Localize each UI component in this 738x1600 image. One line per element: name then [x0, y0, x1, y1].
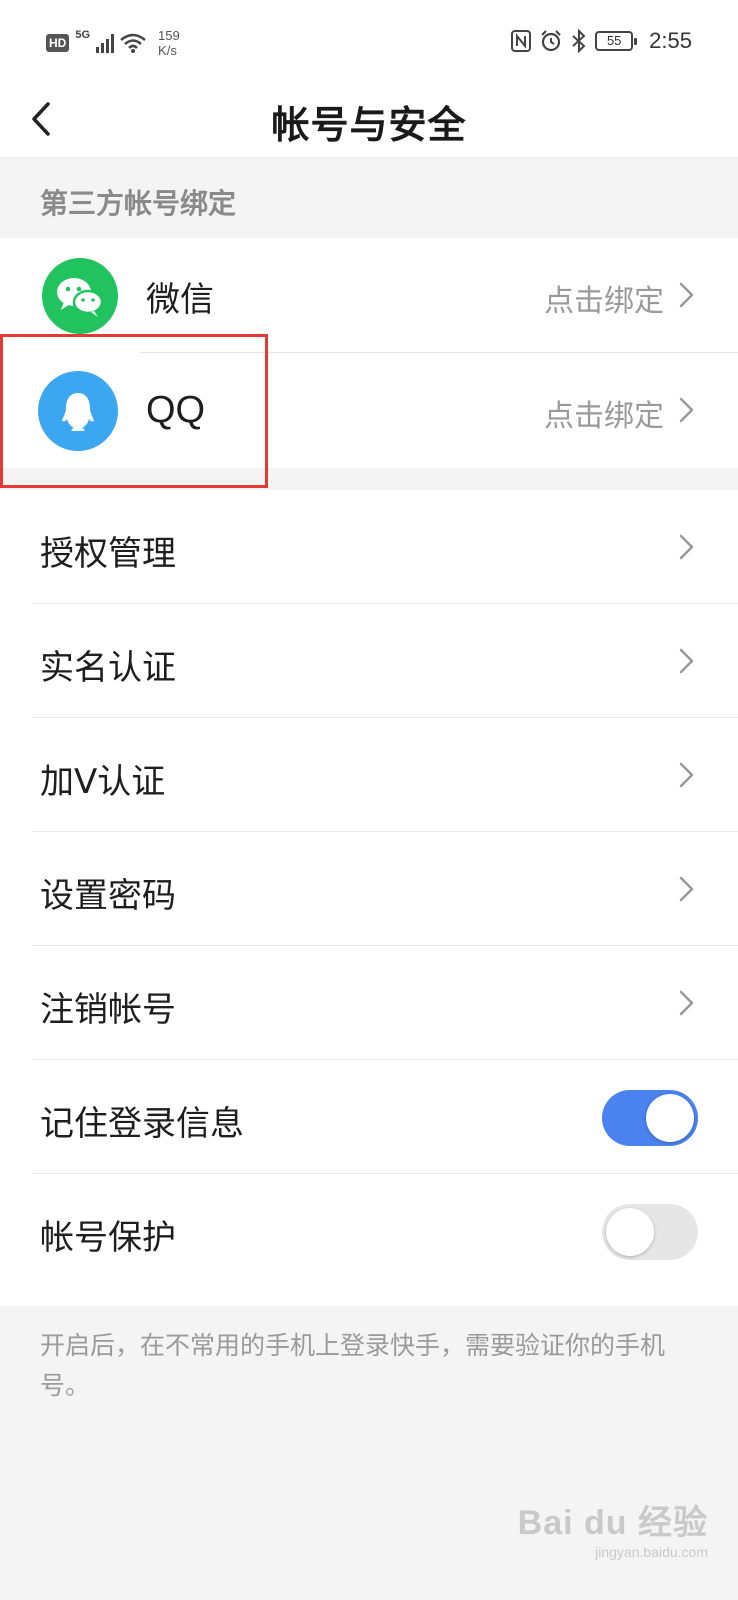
nav-header: 帐号与安全 [0, 80, 738, 158]
bind-row-wechat[interactable]: 微信 点击绑定 [0, 238, 738, 353]
bind-action: 点击绑定 [544, 399, 664, 434]
wechat-icon [42, 258, 118, 334]
chevron-right-icon [679, 762, 694, 788]
footnote: 开启后，在不常用的手机上登录快手，需要验证你的手机号。 [40, 1331, 666, 1400]
setting-label: 注销帐号 [40, 990, 176, 1030]
bind-action: 点击绑定 [544, 284, 664, 319]
speed-unit: K/s [158, 43, 177, 58]
battery-icon: 55 [595, 31, 638, 51]
watermark-logo: Bai du 经验 [517, 1504, 708, 1542]
section-header-third-party: 第三方帐号绑定 [0, 158, 738, 238]
nfc-icon [511, 30, 532, 52]
setting-row-real-name[interactable]: 实名认证 [0, 604, 738, 718]
bind-label: QQ [146, 389, 206, 431]
bind-label: 微信 [146, 280, 214, 320]
clock: 2:55 [649, 28, 692, 53]
status-right: 55 2:55 [511, 28, 692, 54]
setting-label: 帐号保护 [40, 1218, 176, 1258]
page-title: 帐号与安全 [271, 103, 467, 147]
setting-label: 设置密码 [40, 876, 176, 916]
signal-icon [96, 33, 115, 53]
toggle-knob [606, 1208, 654, 1256]
settings-list: 授权管理 实名认证 加V认证 设置密码 注销帐号 记住登录信息 帐号保护 [0, 490, 738, 1306]
account-protection-toggle[interactable] [602, 1204, 698, 1260]
setting-label: 加V认证 [40, 762, 166, 802]
setting-row-delete-account[interactable]: 注销帐号 [0, 946, 738, 1060]
chevron-right-icon [679, 876, 694, 902]
chevron-right-icon [679, 990, 694, 1016]
qq-icon [38, 371, 118, 451]
chevron-right-icon [679, 534, 694, 560]
toggle-knob [646, 1094, 694, 1142]
chevron-right-icon [679, 397, 694, 423]
binding-list: 微信 点击绑定 QQ 点击绑定 [0, 238, 738, 468]
hd-badge: HD [46, 34, 70, 52]
network-speed: 159 K/s [158, 28, 180, 58]
setting-row-authorization[interactable]: 授权管理 [0, 490, 738, 604]
watermark: Bai du 经验 jingyan.baidu.com [518, 1495, 708, 1560]
status-bar: HD 5G 159 K/s 55 2:55 [0, 0, 738, 80]
bluetooth-icon [572, 29, 586, 53]
bind-row-qq[interactable]: QQ 点击绑定 [0, 353, 738, 468]
alarm-icon [541, 30, 561, 52]
wifi-icon [120, 33, 146, 53]
speed-value: 159 [158, 28, 180, 43]
status-left: HD 5G 159 K/s [46, 28, 180, 58]
setting-label: 实名认证 [40, 648, 176, 688]
setting-row-v-verification[interactable]: 加V认证 [0, 718, 738, 832]
setting-row-account-protection: 帐号保护 [0, 1174, 738, 1288]
network-type: 5G [75, 29, 91, 41]
watermark-url: jingyan.baidu.com [595, 1544, 708, 1560]
remember-login-toggle[interactable] [602, 1090, 698, 1146]
section-title: 第三方帐号绑定 [40, 187, 237, 220]
setting-row-set-password[interactable]: 设置密码 [0, 832, 738, 946]
chevron-right-icon [679, 648, 694, 674]
chevron-right-icon [679, 282, 694, 308]
setting-row-remember-login: 记住登录信息 [0, 1060, 738, 1174]
setting-label: 授权管理 [40, 534, 176, 574]
setting-label: 记住登录信息 [40, 1104, 244, 1144]
